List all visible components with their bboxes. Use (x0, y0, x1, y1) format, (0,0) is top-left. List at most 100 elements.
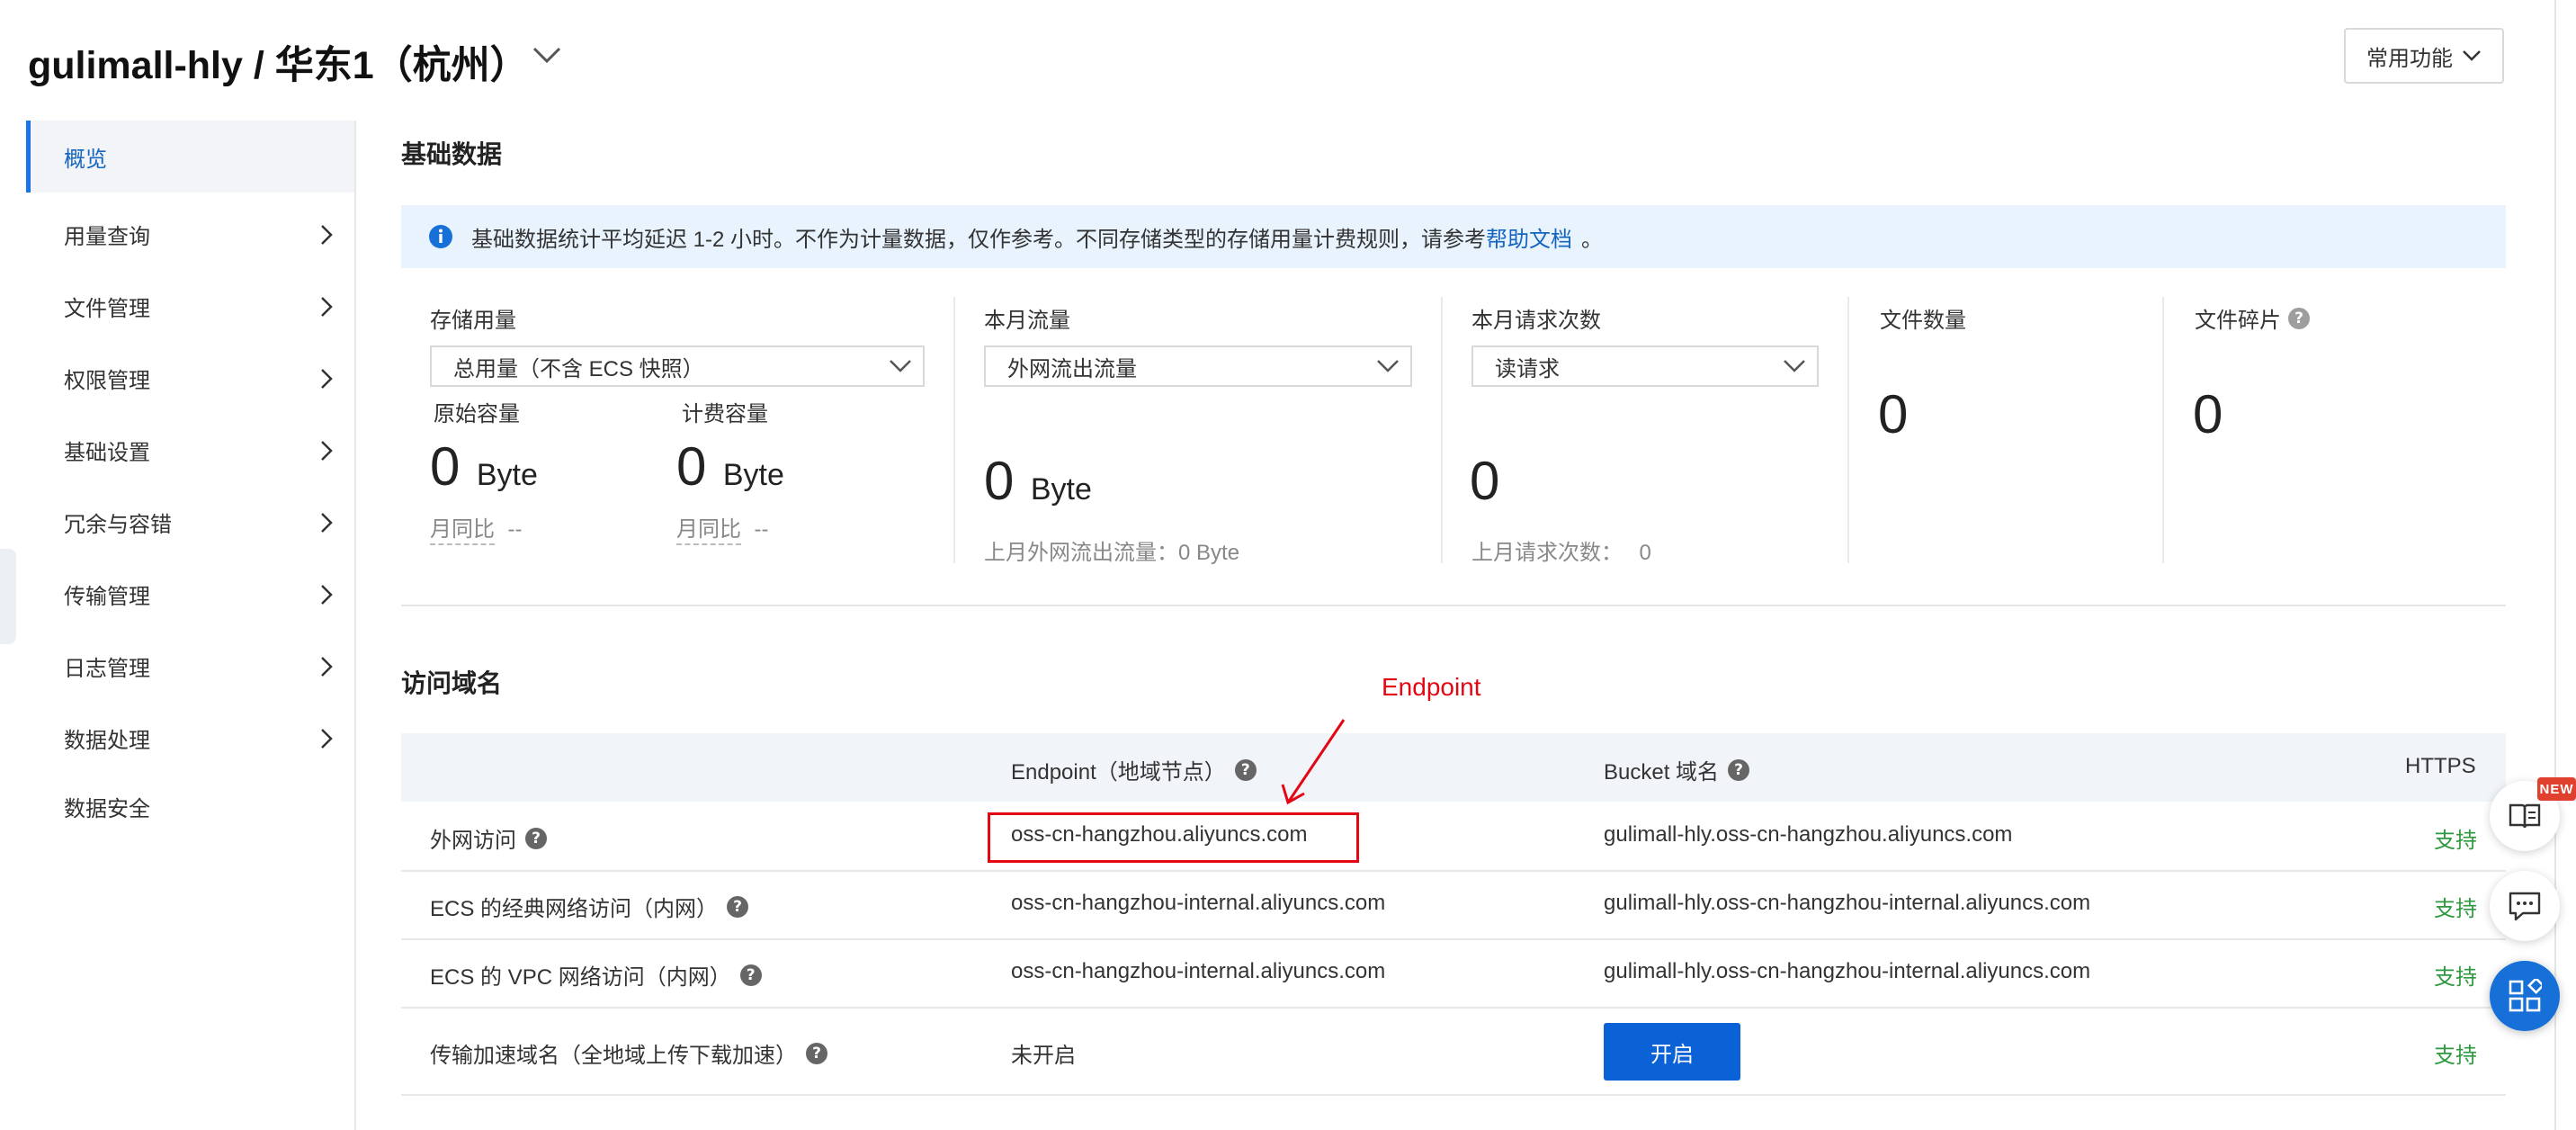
help-icon[interactable]: ? (525, 827, 547, 849)
help-icon[interactable]: ? (739, 964, 762, 986)
requests-number: 0 (1470, 451, 1500, 511)
chevron-right-icon (321, 657, 333, 677)
chevron-down-icon[interactable] (531, 43, 563, 67)
bucket-domain-value: gulimall-hly.oss-cn-hangzhou-internal.al… (1604, 891, 2091, 915)
raw-capacity-label: 原始容量 (434, 402, 520, 426)
chevron-right-icon (321, 297, 333, 317)
sidebar-item-label: 日志管理 (64, 656, 150, 681)
request-type-select[interactable]: 读请求 (1471, 345, 1819, 387)
basic-data-title: 基础数据 (401, 140, 503, 168)
annotation-arrow-icon (1281, 719, 1346, 805)
sidebar-item-files[interactable]: 文件管理 (26, 270, 354, 342)
row-name-label: ECS 的 VPC 网络访问（内网） (430, 965, 731, 990)
column-bucket-domain: Bucket 域名 ? (1604, 754, 1750, 785)
requests-label: 本月请求次数 (1471, 309, 1601, 333)
help-icon[interactable]: ? (727, 895, 749, 918)
raw-capacity-unit: Byte (476, 458, 538, 492)
raw-capacity-number: 0 (430, 436, 461, 497)
collapse-handle[interactable] (0, 549, 16, 644)
enable-acceleration-button[interactable]: 开启 (1604, 1023, 1740, 1081)
traffic-value: 0 Byte (984, 450, 1092, 512)
sidebar-item-data-processing[interactable]: 数据处理 (26, 702, 354, 774)
sidebar-item-redundancy[interactable]: 冗余与容错 (26, 486, 354, 558)
https-support: 支持 (2434, 965, 2477, 990)
chevron-down-icon (1784, 360, 1805, 372)
info-icon (429, 225, 452, 248)
sidebar-item-label: 权限管理 (64, 368, 150, 393)
page-title: gulimall-hly / 华东1（杭州） (28, 44, 529, 87)
sidebar-item-basic-settings[interactable]: 基础设置 (26, 414, 354, 486)
apps-float-button[interactable] (2490, 961, 2560, 1031)
common-functions-button[interactable]: 常用功能 (2344, 28, 2504, 84)
chevron-down-icon (890, 360, 911, 372)
row-name-label: ECS 的经典网络访问（内网） (430, 897, 719, 921)
column-endpoint: Endpoint（地域节点） ? (1011, 754, 1257, 785)
mom-value: -- (754, 517, 769, 542)
chevron-right-icon (321, 513, 333, 533)
help-icon[interactable]: ? (1728, 758, 1750, 781)
storage-type-select[interactable]: 总用量（不含 ECS 快照） (430, 345, 925, 387)
endpoint-value: oss-cn-hangzhou-internal.aliyuncs.com (1011, 891, 1386, 915)
https-support: 支持 (2434, 897, 2477, 921)
traffic-type-value: 外网流出流量 (1007, 356, 1137, 381)
section-divider (401, 605, 2506, 606)
traffic-type-select[interactable]: 外网流出流量 (984, 345, 1412, 387)
sidebar: 概览 用量查询 文件管理 权限管理 基础设置 冗余与容错 传输管理 日志管理 数… (26, 121, 356, 1130)
chevron-right-icon (321, 585, 333, 605)
chevron-right-icon (321, 369, 333, 389)
notice-text: 基础数据统计平均延迟 1-2 小时。不作为计量数据，仅作参考。不同存储类型的存储… (471, 227, 1487, 252)
help-doc-link[interactable]: 帮助文档 (1486, 221, 1572, 253)
sidebar-item-label: 数据安全 (64, 796, 150, 821)
row-divider (401, 938, 2506, 940)
help-icon[interactable]: ? (806, 1042, 827, 1064)
book-icon (2509, 803, 2541, 829)
last-month-requests: 上月请求次数： 0 (1471, 534, 1651, 566)
row-divider (401, 1007, 2506, 1009)
raw-mom: 月同比 -- (430, 511, 523, 545)
access-domains-title: 访问域名 (401, 669, 503, 697)
row-name: 外网访问 ? (430, 822, 547, 854)
feedback-float-button[interactable] (2490, 871, 2560, 941)
row-name: ECS 的 VPC 网络访问（内网） ? (430, 959, 762, 991)
sidebar-item-transfer[interactable]: 传输管理 (26, 558, 354, 630)
sidebar-item-permissions[interactable]: 权限管理 (26, 342, 354, 414)
chevron-right-icon (321, 729, 333, 749)
grid-apps-icon (2509, 979, 2542, 1012)
raw-capacity-value: 0 Byte (430, 435, 538, 498)
fragments-label: 文件碎片 (2195, 309, 2281, 333)
table-header (401, 733, 2506, 802)
common-functions-label: 常用功能 (2366, 46, 2453, 71)
traffic-unit: Byte (1030, 472, 1092, 507)
mom-label: 月同比 (430, 517, 495, 545)
divider (953, 297, 955, 563)
file-count-label: 文件数量 (1880, 309, 1966, 333)
help-icon[interactable]: ? (1234, 758, 1257, 781)
sidebar-item-logs[interactable]: 日志管理 (26, 630, 354, 702)
sidebar-item-label: 概览 (64, 147, 107, 172)
sidebar-item-label: 文件管理 (64, 296, 150, 321)
new-badge: NEW (2537, 777, 2576, 801)
help-icon[interactable]: ? (2288, 307, 2310, 329)
column-https: HTTPS (2405, 754, 2476, 779)
bucket-domain-value: gulimall-hly.oss-cn-hangzhou.aliyuncs.co… (1604, 822, 2013, 847)
chevron-right-icon (321, 225, 333, 245)
sidebar-item-data-security[interactable]: 数据安全 (26, 770, 354, 842)
last-month-requests-label: 上月请求次数： (1471, 541, 1623, 565)
sidebar-item-usage[interactable]: 用量查询 (26, 198, 354, 270)
row-divider (401, 870, 2506, 872)
sidebar-item-overview[interactable]: 概览 (26, 121, 354, 193)
row-name-label: 外网访问 (430, 829, 516, 853)
billed-capacity-value: 0 Byte (676, 435, 784, 498)
fragments-number: 0 (2193, 384, 2223, 444)
chevron-down-icon (2463, 50, 2481, 61)
row-name: ECS 的经典网络访问（内网） ? (430, 891, 749, 922)
endpoint-value: oss-cn-hangzhou-internal.aliyuncs.com (1011, 959, 1386, 983)
storage-type-value: 总用量（不含 ECS 快照） (453, 356, 704, 381)
mom-value: -- (507, 517, 523, 542)
column-bucket-label: Bucket 域名 (1604, 760, 1720, 785)
sidebar-item-label: 基础设置 (64, 440, 150, 465)
chevron-down-icon (1377, 360, 1399, 372)
endpoint-highlight-box (988, 812, 1359, 863)
https-support: 支持 (2434, 1044, 2477, 1068)
endpoint-value: 未开启 (1011, 1044, 1076, 1068)
